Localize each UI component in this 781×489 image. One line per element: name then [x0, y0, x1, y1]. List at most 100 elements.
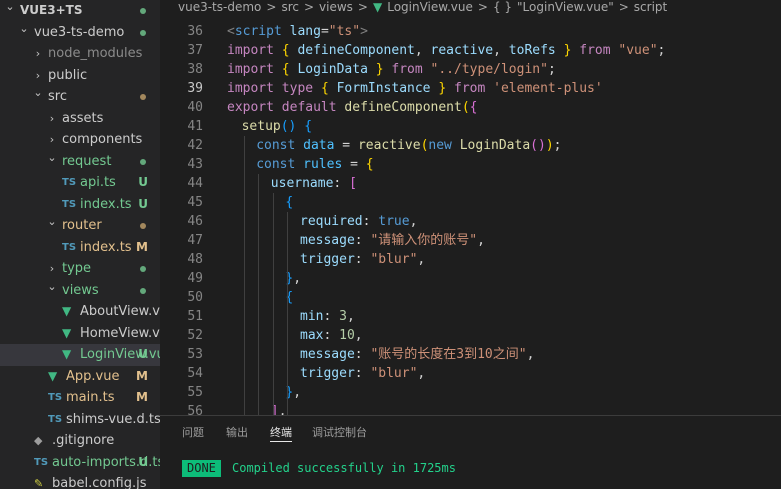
code-token: lang [289, 24, 321, 39]
tree-folder[interactable]: ⌄ views [0, 280, 160, 302]
tree-folder[interactable]: ⌄ router [0, 215, 160, 237]
tree-file[interactable]: TS shims-vue.d.ts [0, 409, 160, 431]
tree-folder[interactable]: ⌄ src [0, 86, 160, 108]
tree-file[interactable]: ▼ HomeView.vue [0, 323, 160, 345]
code-text: const data = reactive(new LoginData()); [256, 136, 561, 155]
breadcrumb-item[interactable]: "LoginView.vue" [517, 0, 614, 14]
tree-file[interactable]: ✎ babel.config.js [0, 473, 160, 489]
tree-folder[interactable]: › assets [0, 108, 160, 130]
git-status-badge: U [138, 175, 148, 189]
code-token: [ [349, 176, 357, 191]
chevron-down-icon[interactable]: ⌄ [4, 0, 16, 18]
code-token: { [285, 195, 294, 210]
code-line[interactable]: 54 trigger: "blur", [160, 364, 781, 383]
code-line[interactable]: 38 import { LoginData } from "../type/log… [160, 60, 781, 79]
code-line[interactable]: 53 message: "账号的长度在3到10之间", [160, 345, 781, 364]
line-number: 50 [187, 290, 203, 305]
breadcrumb-separator: > [618, 0, 629, 14]
git-status-badge: U [138, 454, 148, 469]
breadcrumb-item[interactable]: { } [493, 0, 512, 14]
breadcrumb-item[interactable]: vue3-ts-demo [178, 0, 261, 14]
tree-file[interactable]: ▼ LoginView.vueU [0, 344, 160, 366]
chevron-down-icon[interactable]: ⌄ [46, 211, 58, 233]
code-line[interactable]: 51 min: 3, [160, 307, 781, 326]
code-text: min: 3, [300, 307, 355, 326]
code-text: username: [ [271, 174, 357, 193]
tree-item-label: type [62, 261, 92, 276]
breadcrumb[interactable]: vue3-ts-demo > src > views > ▼ LoginView.vue > { … [160, 0, 672, 14]
code-line[interactable]: 41 setup() { [160, 117, 781, 136]
panel-tab[interactable]: 调试控制台 [312, 424, 367, 440]
breadcrumb-item[interactable]: LoginView.vue [387, 0, 473, 14]
code-line[interactable]: 48 trigger: "blur", [160, 250, 781, 269]
code-token: data [303, 138, 335, 153]
tree-folder[interactable]: › public [0, 65, 160, 87]
tree-item-label: request [62, 153, 112, 169]
panel-tab[interactable]: 输出 [226, 424, 248, 440]
line-number: 43 [187, 157, 203, 172]
vue-file-icon: ▼ [62, 325, 72, 340]
code-line[interactable]: 55}, [160, 383, 781, 402]
breadcrumb-item[interactable]: script [634, 0, 667, 14]
git-status-badge: M [136, 368, 148, 383]
panel-tab[interactable]: 终端 [270, 424, 292, 440]
tree-file[interactable]: TS main.ts M [0, 387, 160, 409]
code-token: "账号的长度在3到10之间" [370, 347, 527, 362]
tree-folder[interactable]: › components [0, 129, 160, 151]
tree-file[interactable]: TS api.ts U [0, 172, 160, 194]
code-token: trigger [300, 366, 355, 381]
breadcrumb-separator: > [357, 0, 368, 14]
code-line[interactable]: 36 <script lang="ts"> [160, 22, 781, 41]
chevron-down-icon[interactable]: ⌄ [32, 82, 44, 104]
vue-file-icon: ▼ [62, 304, 72, 318]
code-line[interactable]: 49}, [160, 269, 781, 288]
typescript-file-icon: TS [48, 392, 63, 403]
code-token: new [428, 138, 452, 153]
tree-file[interactable]: ◆ .gitignore [0, 430, 160, 452]
code-line[interactable]: 46 required: true, [160, 212, 781, 231]
code-line[interactable]: 47 message: "请输入你的账号", [160, 231, 781, 250]
chevron-down-icon[interactable]: ⌄ [18, 18, 30, 40]
tree-file[interactable]: ▼ AboutView.vue [0, 301, 160, 323]
code-text: import type { FormInstance } from 'eleme… [227, 79, 603, 98]
code-token: } [375, 62, 384, 77]
tree-folder[interactable]: › type [0, 258, 160, 280]
line-number: 49 [187, 271, 203, 286]
code-line[interactable]: 52 max: 10, [160, 326, 781, 345]
code-token: , [417, 252, 426, 267]
tree-file[interactable]: TS index.ts U [0, 194, 160, 216]
code-token: script [234, 24, 282, 39]
code-token: { [469, 100, 478, 115]
code-line[interactable]: 42 const data = reactive(new LoginData())… [160, 136, 781, 155]
breadcrumb-item[interactable]: src [281, 0, 299, 14]
chevron-right-icon[interactable]: › [32, 43, 44, 65]
code-text: message: "请输入你的账号", [300, 231, 485, 250]
tree-file[interactable]: ▼ App.vue M [0, 366, 160, 388]
tree-file[interactable]: TS index.ts M [0, 237, 160, 259]
panel-tab[interactable]: 问题 [182, 424, 204, 440]
tree-item-label: router [62, 218, 102, 233]
code-line[interactable]: 43 const rules = { [160, 155, 781, 174]
tree-folder[interactable]: ⌄ vue3-ts-demo [0, 22, 160, 44]
chevron-down-icon[interactable]: ⌄ [46, 147, 58, 169]
tree-folder[interactable]: ⌄ request [0, 151, 160, 173]
code-token: : [354, 252, 371, 267]
git-status-badge: U [138, 347, 148, 361]
code-line[interactable]: 50{ [160, 288, 781, 307]
code-line[interactable]: 44 username: [ [160, 174, 781, 193]
indent-guide [287, 212, 289, 415]
code-editor[interactable]: vue3-ts-demo > src > views > ▼ LoginView.vue > { … [160, 0, 781, 415]
code-line[interactable]: 37 import { defineComponent, reactive, to… [160, 41, 781, 60]
code-line[interactable]: 39 import type { FormInstance } from 'ele… [160, 79, 781, 98]
code-line[interactable]: 45 { [160, 193, 781, 212]
code-line[interactable]: 56], [160, 402, 781, 415]
tree-file[interactable]: TS auto-imports.d.ts U [0, 452, 160, 474]
chevron-right-icon[interactable]: › [46, 108, 58, 130]
code-token: export [227, 100, 274, 115]
chevron-down-icon[interactable]: ⌄ [46, 276, 58, 298]
code-line[interactable]: 40 export default defineComponent({ [160, 98, 781, 117]
code-token: , [278, 404, 287, 415]
breadcrumb-item[interactable]: views [319, 0, 353, 14]
tree-folder[interactable]: › node_modules [0, 43, 160, 65]
